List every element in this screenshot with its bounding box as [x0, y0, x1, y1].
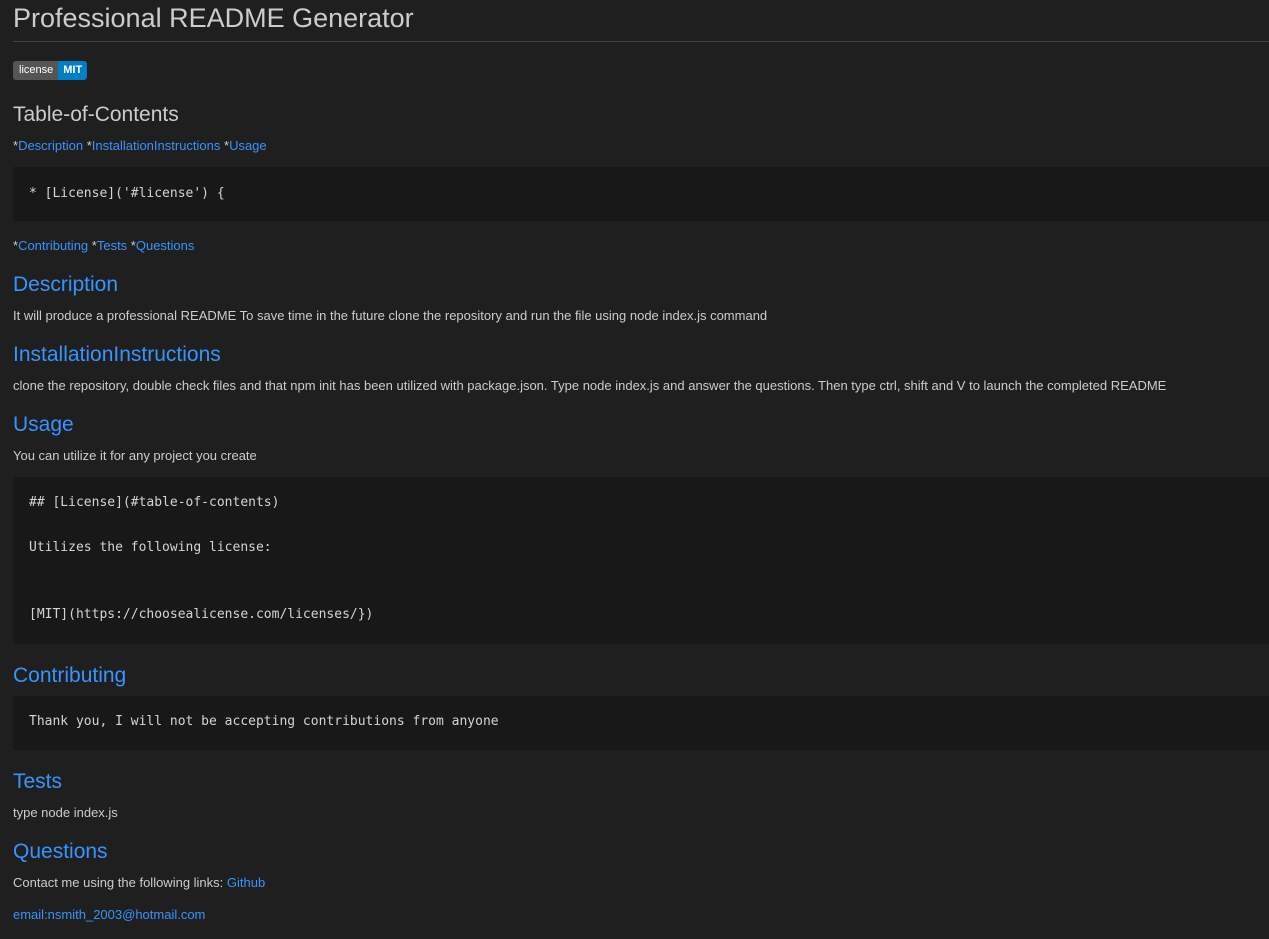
- toc-link-usage[interactable]: Usage: [229, 138, 267, 153]
- toc-line-1: *Description *InstallationInstructions *…: [13, 137, 267, 155]
- installation-text: clone the repository, double check files…: [13, 378, 1167, 393]
- page-title: Professional README Generator: [13, 3, 414, 33]
- toc-link-questions[interactable]: Questions: [136, 238, 195, 253]
- code-line: ## [License](#table-of-contents): [29, 495, 280, 510]
- questions-heading: Questions: [13, 840, 108, 863]
- toc-bullet: *: [220, 138, 230, 153]
- usage-heading: Usage: [13, 413, 74, 436]
- tests-text: type node index.js: [13, 805, 118, 820]
- code-line: Thank you, I will not be accepting contr…: [29, 714, 499, 729]
- tests-heading: Tests: [13, 770, 63, 793]
- contributing-code-block: Thank you, I will not be accepting contr…: [13, 696, 1269, 750]
- contributing-heading: Contributing: [13, 664, 127, 687]
- email-link[interactable]: email:nsmith_2003@hotmail.com: [13, 907, 205, 922]
- title-divider: [13, 41, 1269, 42]
- code-line: Utilizes the following license:: [29, 540, 272, 555]
- toc-bullet: *: [88, 238, 97, 253]
- toc-link-installation[interactable]: InstallationInstructions: [92, 138, 221, 153]
- toc-link-contributing[interactable]: Contributing: [18, 238, 88, 253]
- toc-bullet: *: [127, 238, 136, 253]
- badge-value: MIT: [58, 61, 88, 80]
- toc-link-description[interactable]: Description: [18, 138, 83, 153]
- toc-link-tests[interactable]: Tests: [97, 238, 127, 253]
- badge-label: license: [13, 61, 59, 80]
- code-line: [MIT](https://choosealicense.com/license…: [29, 607, 374, 622]
- toc-heading: Table-of-Contents: [13, 103, 179, 126]
- installation-heading: InstallationInstructions: [13, 343, 221, 366]
- github-link[interactable]: Github: [227, 875, 265, 890]
- email-line: email:nsmith_2003@hotmail.com: [13, 906, 205, 924]
- toc-code-block: * [License]('#license') {: [13, 167, 1269, 221]
- toc-bullet: *: [83, 138, 92, 153]
- questions-text: Contact me using the following links: Gi…: [13, 874, 265, 892]
- toc-line-2: *Contributing *Tests *Questions: [13, 237, 194, 255]
- usage-code-block: ## [License](#table-of-contents) Utilize…: [13, 477, 1269, 644]
- usage-text: You can utilize it for any project you c…: [13, 448, 257, 463]
- description-heading: Description: [13, 273, 119, 296]
- code-line: * [License]('#license') {: [29, 186, 225, 201]
- questions-label: Contact me using the following links:: [13, 875, 227, 890]
- description-text: It will produce a professional README To…: [13, 308, 768, 323]
- license-badge: license MIT: [13, 61, 88, 80]
